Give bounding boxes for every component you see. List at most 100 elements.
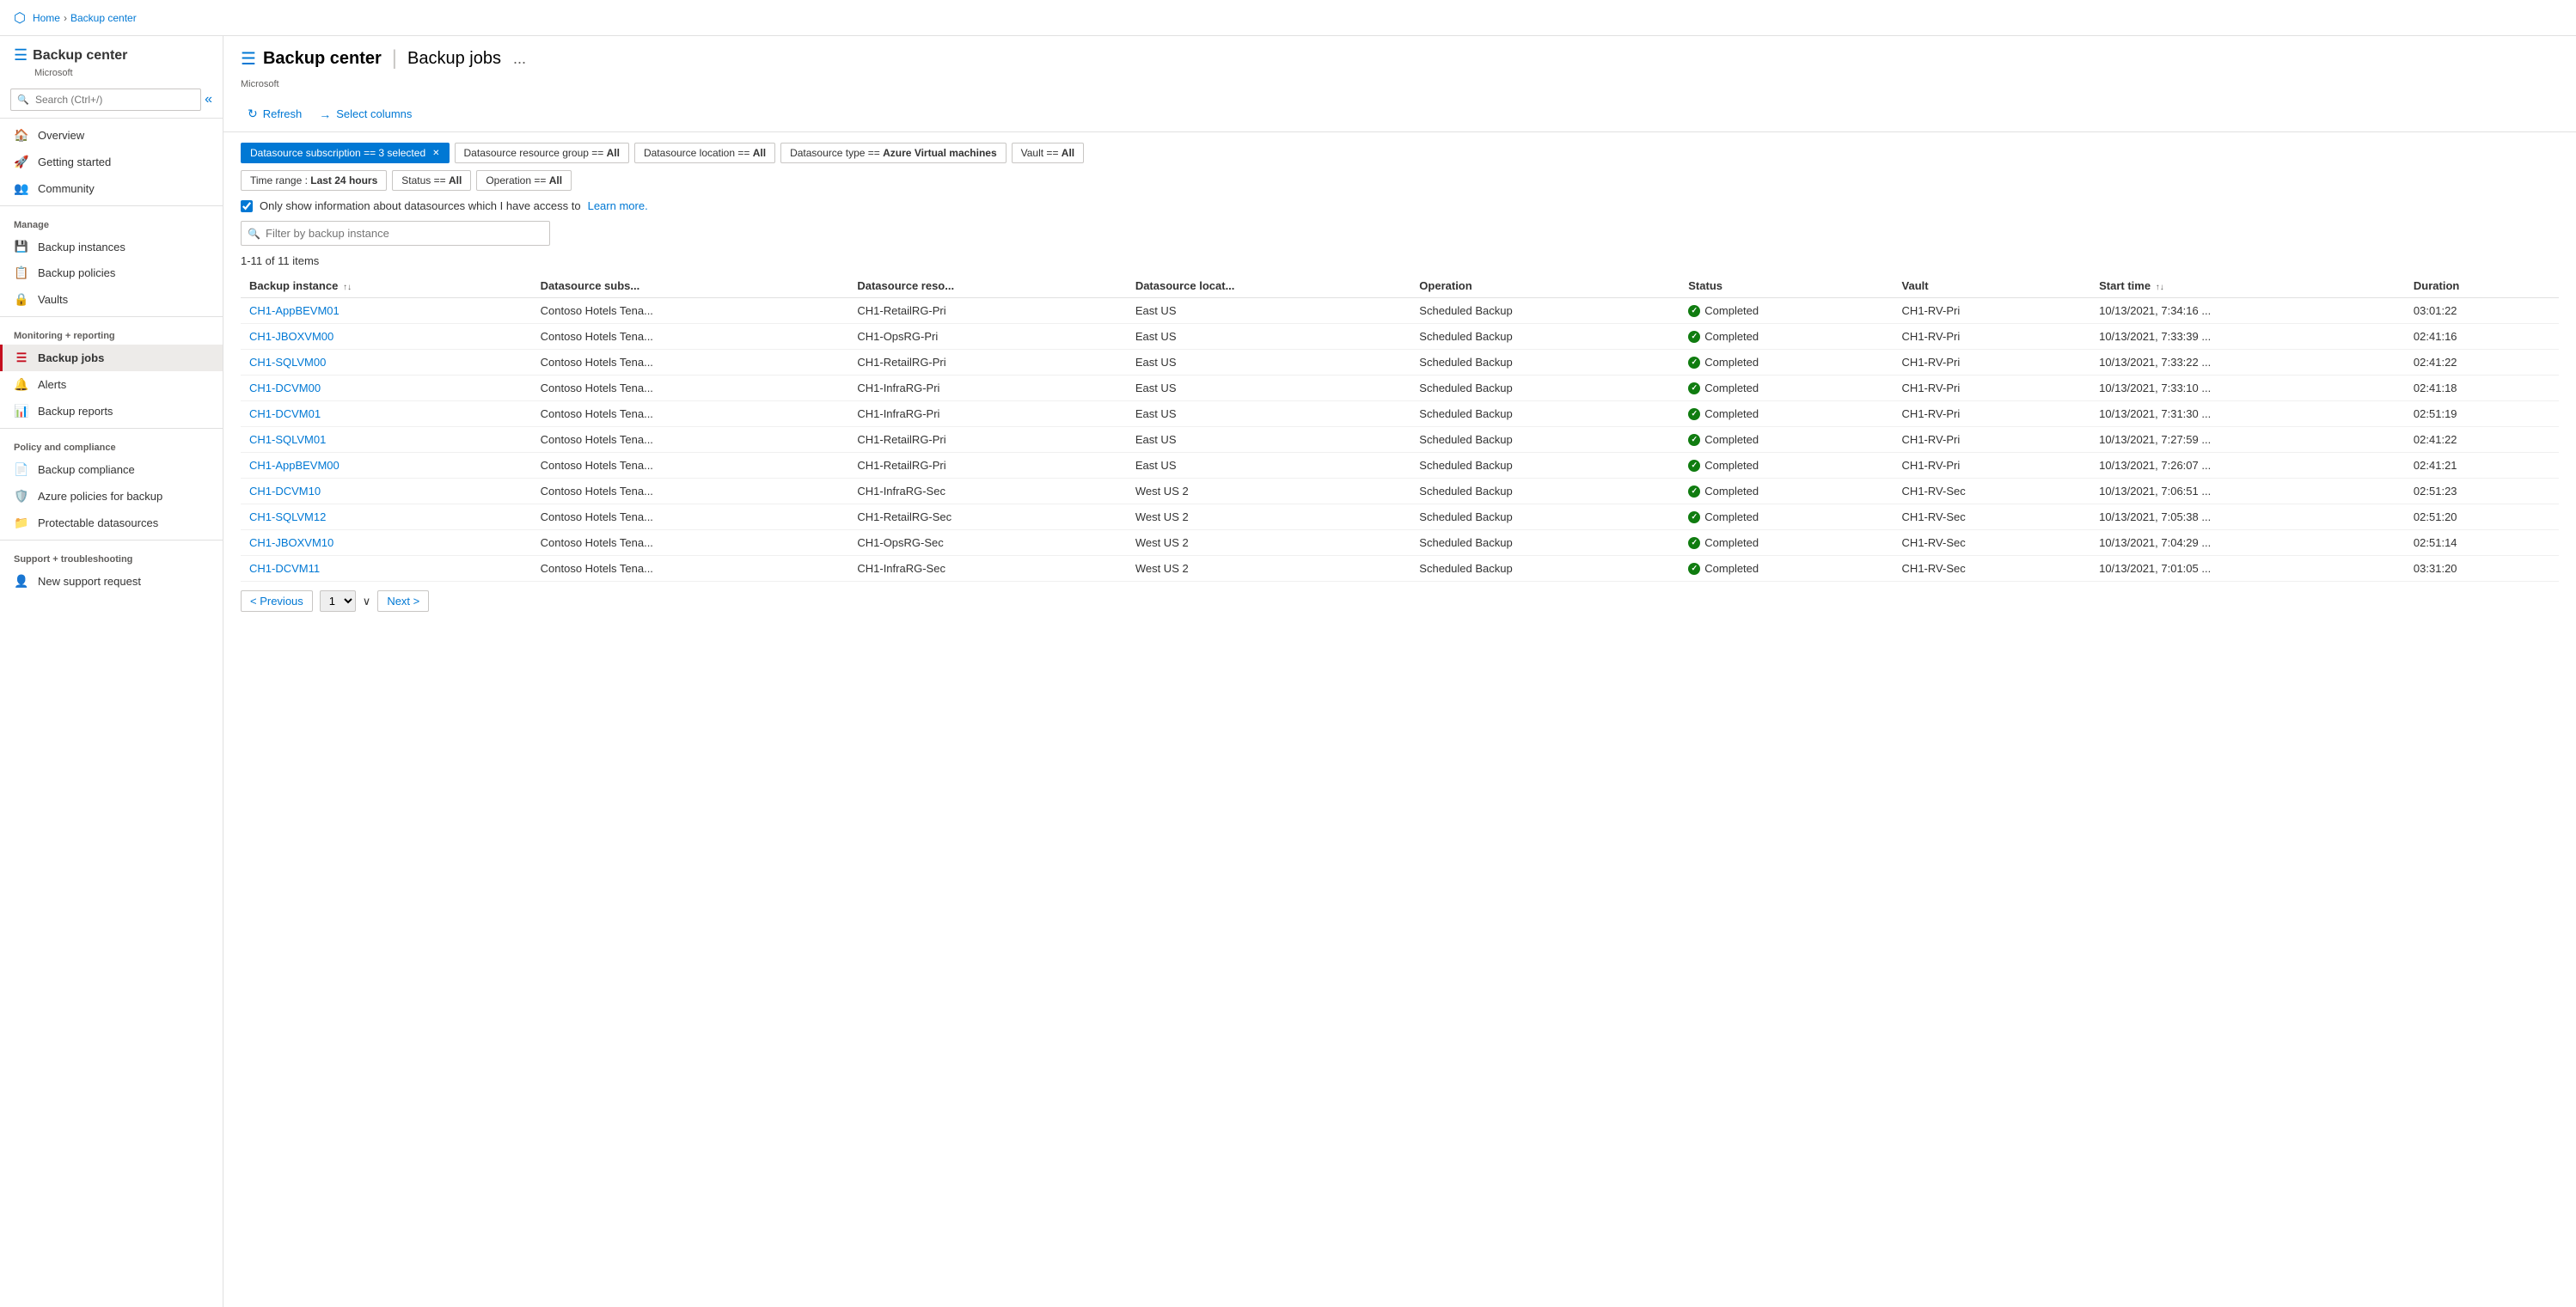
cell-status-5: Completed [1680, 427, 1893, 453]
select-columns-button[interactable]: → Select columns [312, 104, 419, 125]
table-row[interactable]: CH1-DCVM00 Contoso Hotels Tena... CH1-In… [241, 376, 2559, 401]
filter-search-input[interactable] [241, 221, 550, 246]
cell-operation-5: Scheduled Backup [1410, 427, 1680, 453]
table-row[interactable]: CH1-DCVM10 Contoso Hotels Tena... CH1-In… [241, 479, 2559, 504]
sidebar-item-backup-reports[interactable]: 📊 Backup reports [0, 398, 223, 424]
sidebar-app-name: Backup center [33, 48, 127, 64]
access-checkbox[interactable] [241, 200, 253, 212]
sidebar-divider-top [0, 118, 223, 119]
table-row[interactable]: CH1-JBOXVM00 Contoso Hotels Tena... CH1-… [241, 324, 2559, 350]
chip-time-range[interactable]: Time range : Last 24 hours [241, 170, 387, 191]
cell-start-1: 10/13/2021, 7:33:39 ... [2090, 324, 2405, 350]
cell-reso-0: CH1-RetailRG-Pri [848, 298, 1126, 324]
cell-status-7: Completed [1680, 479, 1893, 504]
cell-reso-10: CH1-InfraRG-Sec [848, 556, 1126, 582]
refresh-icon: ↻ [248, 107, 258, 121]
cell-vault-7: CH1-RV-Sec [1894, 479, 2091, 504]
table-row[interactable]: CH1-SQLVM01 Contoso Hotels Tena... CH1-R… [241, 427, 2559, 453]
col-label-duration: Duration [2414, 279, 2459, 292]
chip-datasource-location[interactable]: Datasource location == All [634, 143, 775, 163]
status-label-4: Completed [1704, 407, 1759, 420]
sidebar-item-backup-compliance[interactable]: 📄 Backup compliance [0, 456, 223, 483]
cell-vault-3: CH1-RV-Pri [1894, 376, 2091, 401]
page-title: Backup jobs [407, 49, 501, 69]
cell-start-7: 10/13/2021, 7:06:51 ... [2090, 479, 2405, 504]
breadcrumb-home[interactable]: Home [33, 12, 60, 24]
sidebar-item-protectable-datasources[interactable]: 📁 Protectable datasources [0, 510, 223, 536]
status-icon-7 [1688, 486, 1700, 498]
page-select[interactable]: 1 [320, 590, 356, 612]
vaults-icon: 🔒 [14, 292, 29, 307]
refresh-label: Refresh [263, 107, 303, 120]
cell-reso-5: CH1-RetailRG-Pri [848, 427, 1126, 453]
cell-status-10: Completed [1680, 556, 1893, 582]
sidebar-item-backup-jobs[interactable]: ☰ Backup jobs [0, 345, 223, 371]
sidebar-item-alerts[interactable]: 🔔 Alerts [0, 371, 223, 398]
table-header: Backup instance ↑↓ Datasource subs... Da… [241, 274, 2559, 298]
sidebar-collapse-button[interactable]: « [201, 89, 216, 111]
sort-icon-start-time: ↑↓ [2156, 283, 2164, 292]
sidebar-item-new-support-request[interactable]: 👤 New support request [0, 568, 223, 595]
cell-status-8: Completed [1680, 504, 1893, 530]
col-duration: Duration [2405, 274, 2559, 298]
breadcrumb-backup-center[interactable]: Backup center [70, 12, 137, 24]
sidebar-item-community[interactable]: 👥 Community [0, 175, 223, 202]
cell-locat-7: West US 2 [1127, 479, 1410, 504]
sidebar-item-getting-started[interactable]: 🚀 Getting started [0, 149, 223, 175]
sidebar-search-icon: 🔍 [17, 95, 29, 106]
learn-more-link[interactable]: Learn more. [588, 199, 648, 212]
cell-duration-1: 02:41:16 [2405, 324, 2559, 350]
ellipsis-button[interactable]: ... [508, 48, 531, 70]
table-row[interactable]: CH1-SQLVM00 Contoso Hotels Tena... CH1-R… [241, 350, 2559, 376]
sidebar-search-input[interactable] [10, 89, 201, 111]
table-row[interactable]: CH1-AppBEVM00 Contoso Hotels Tena... CH1… [241, 453, 2559, 479]
community-icon: 👥 [14, 181, 29, 196]
backup-instances-icon: 💾 [14, 240, 29, 253]
sidebar-item-vaults[interactable]: 🔒 Vaults [0, 286, 223, 313]
col-backup-instance[interactable]: Backup instance ↑↓ [241, 274, 532, 298]
cell-vault-6: CH1-RV-Pri [1894, 453, 2091, 479]
cell-subs-1: Contoso Hotels Tena... [532, 324, 849, 350]
cell-reso-8: CH1-RetailRG-Sec [848, 504, 1126, 530]
cell-locat-9: West US 2 [1127, 530, 1410, 556]
status-label-0: Completed [1704, 304, 1759, 317]
table-row[interactable]: CH1-SQLVM12 Contoso Hotels Tena... CH1-R… [241, 504, 2559, 530]
next-button[interactable]: Next > [377, 590, 429, 612]
chip-vault[interactable]: Vault == All [1012, 143, 1085, 163]
sidebar-divider-monitoring [0, 316, 223, 317]
chip-label-1: Datasource resource group == All [464, 147, 620, 159]
status-label-7: Completed [1704, 485, 1759, 498]
col-start-time[interactable]: Start time ↑↓ [2090, 274, 2405, 298]
filter-search-container: 🔍 [241, 221, 2559, 246]
chip-status[interactable]: Status == All [392, 170, 471, 191]
sidebar-label-backup-reports: Backup reports [38, 405, 113, 418]
chip-datasource-subscription[interactable]: Datasource subscription == 3 selected ✕ [241, 143, 450, 163]
azure-policies-icon: 🛡️ [14, 489, 29, 504]
sidebar-item-backup-instances[interactable]: 💾 Backup instances [0, 234, 223, 260]
sidebar-label-alerts: Alerts [38, 378, 66, 391]
sidebar-label-getting-started: Getting started [38, 156, 111, 168]
col-label-datasource-subs: Datasource subs... [541, 279, 640, 292]
chip-operation[interactable]: Operation == All [476, 170, 572, 191]
cell-operation-6: Scheduled Backup [1410, 453, 1680, 479]
sidebar: ☰ Backup center Microsoft 🔍 « 🏠 Overview… [0, 36, 223, 1307]
table-row[interactable]: CH1-DCVM11 Contoso Hotels Tena... CH1-In… [241, 556, 2559, 582]
access-checkbox-label: Only show information about datasources … [260, 199, 581, 212]
sidebar-item-overview[interactable]: 🏠 Overview [0, 122, 223, 149]
prev-button[interactable]: < Previous [241, 590, 313, 612]
chip-datasource-rg[interactable]: Datasource resource group == All [455, 143, 629, 163]
table-row[interactable]: CH1-DCVM01 Contoso Hotels Tena... CH1-In… [241, 401, 2559, 427]
chip-close-0[interactable]: ✕ [432, 149, 439, 158]
cell-operation-0: Scheduled Backup [1410, 298, 1680, 324]
azure-logo-icon: ⬡ [14, 9, 26, 27]
cell-subs-4: Contoso Hotels Tena... [532, 401, 849, 427]
refresh-button[interactable]: ↻ Refresh [241, 103, 309, 125]
title-separator: | [392, 46, 397, 70]
table-row[interactable]: CH1-JBOXVM10 Contoso Hotels Tena... CH1-… [241, 530, 2559, 556]
sidebar-item-backup-policies[interactable]: 📋 Backup policies [0, 260, 223, 286]
sidebar-label-community: Community [38, 182, 95, 195]
col-label-datasource-locat: Datasource locat... [1135, 279, 1235, 292]
table-row[interactable]: CH1-AppBEVM01 Contoso Hotels Tena... CH1… [241, 298, 2559, 324]
chip-datasource-type[interactable]: Datasource type == Azure Virtual machine… [780, 143, 1007, 163]
sidebar-item-azure-policies[interactable]: 🛡️ Azure policies for backup [0, 483, 223, 510]
